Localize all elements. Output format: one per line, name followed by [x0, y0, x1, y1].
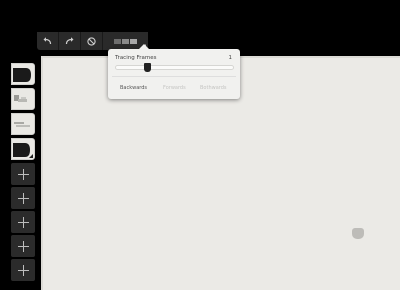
- slider-handle[interactable]: [144, 63, 151, 72]
- undo-icon: [43, 37, 52, 45]
- frame-thumbnail[interactable]: [11, 113, 35, 135]
- redo-button[interactable]: [59, 32, 81, 50]
- popover-arrow: [139, 44, 149, 49]
- tracing-frames-count: 1: [228, 55, 233, 61]
- plus-icon: [17, 168, 29, 180]
- plus-icon: [17, 192, 29, 204]
- tracing-frames-popover: Tracing Frames 1 Backwards Forwards Both…: [108, 44, 240, 99]
- frame-preview: [13, 68, 31, 82]
- bothwards-option[interactable]: Bothwards: [200, 85, 227, 91]
- frame-thumbnail[interactable]: [11, 63, 35, 85]
- add-frame-button[interactable]: [11, 211, 35, 233]
- forwards-option[interactable]: Forwards: [163, 85, 186, 91]
- plus-icon: [17, 216, 29, 228]
- onion-skin-icon: [114, 38, 121, 44]
- tracing-frames-slider[interactable]: [115, 63, 234, 72]
- tracing-frames-title: Tracing Frames: [115, 55, 157, 61]
- frame-thumbnail[interactable]: [11, 88, 35, 110]
- clear-button[interactable]: [81, 32, 103, 50]
- onion-skin-swatch: [122, 38, 129, 44]
- toolbar: [37, 32, 148, 50]
- add-frame-button[interactable]: [11, 163, 35, 185]
- frame-thumbnail-current[interactable]: [11, 138, 35, 160]
- plus-icon: [17, 240, 29, 252]
- undo-button[interactable]: [37, 32, 59, 50]
- popover-divider: [112, 76, 236, 77]
- onion-skin-swatch: [130, 38, 137, 44]
- canvas-stroke: [352, 228, 364, 239]
- plus-icon: [17, 264, 29, 276]
- add-frame-button[interactable]: [11, 259, 35, 281]
- backwards-option[interactable]: Backwards: [120, 85, 147, 91]
- frame-preview: [14, 122, 30, 127]
- add-frame-button[interactable]: [11, 187, 35, 209]
- redo-icon: [65, 37, 74, 45]
- frame-preview: [14, 95, 27, 102]
- frame-menu-corner-icon: [29, 154, 33, 158]
- add-frame-button[interactable]: [11, 235, 35, 257]
- clear-icon: [87, 36, 96, 46]
